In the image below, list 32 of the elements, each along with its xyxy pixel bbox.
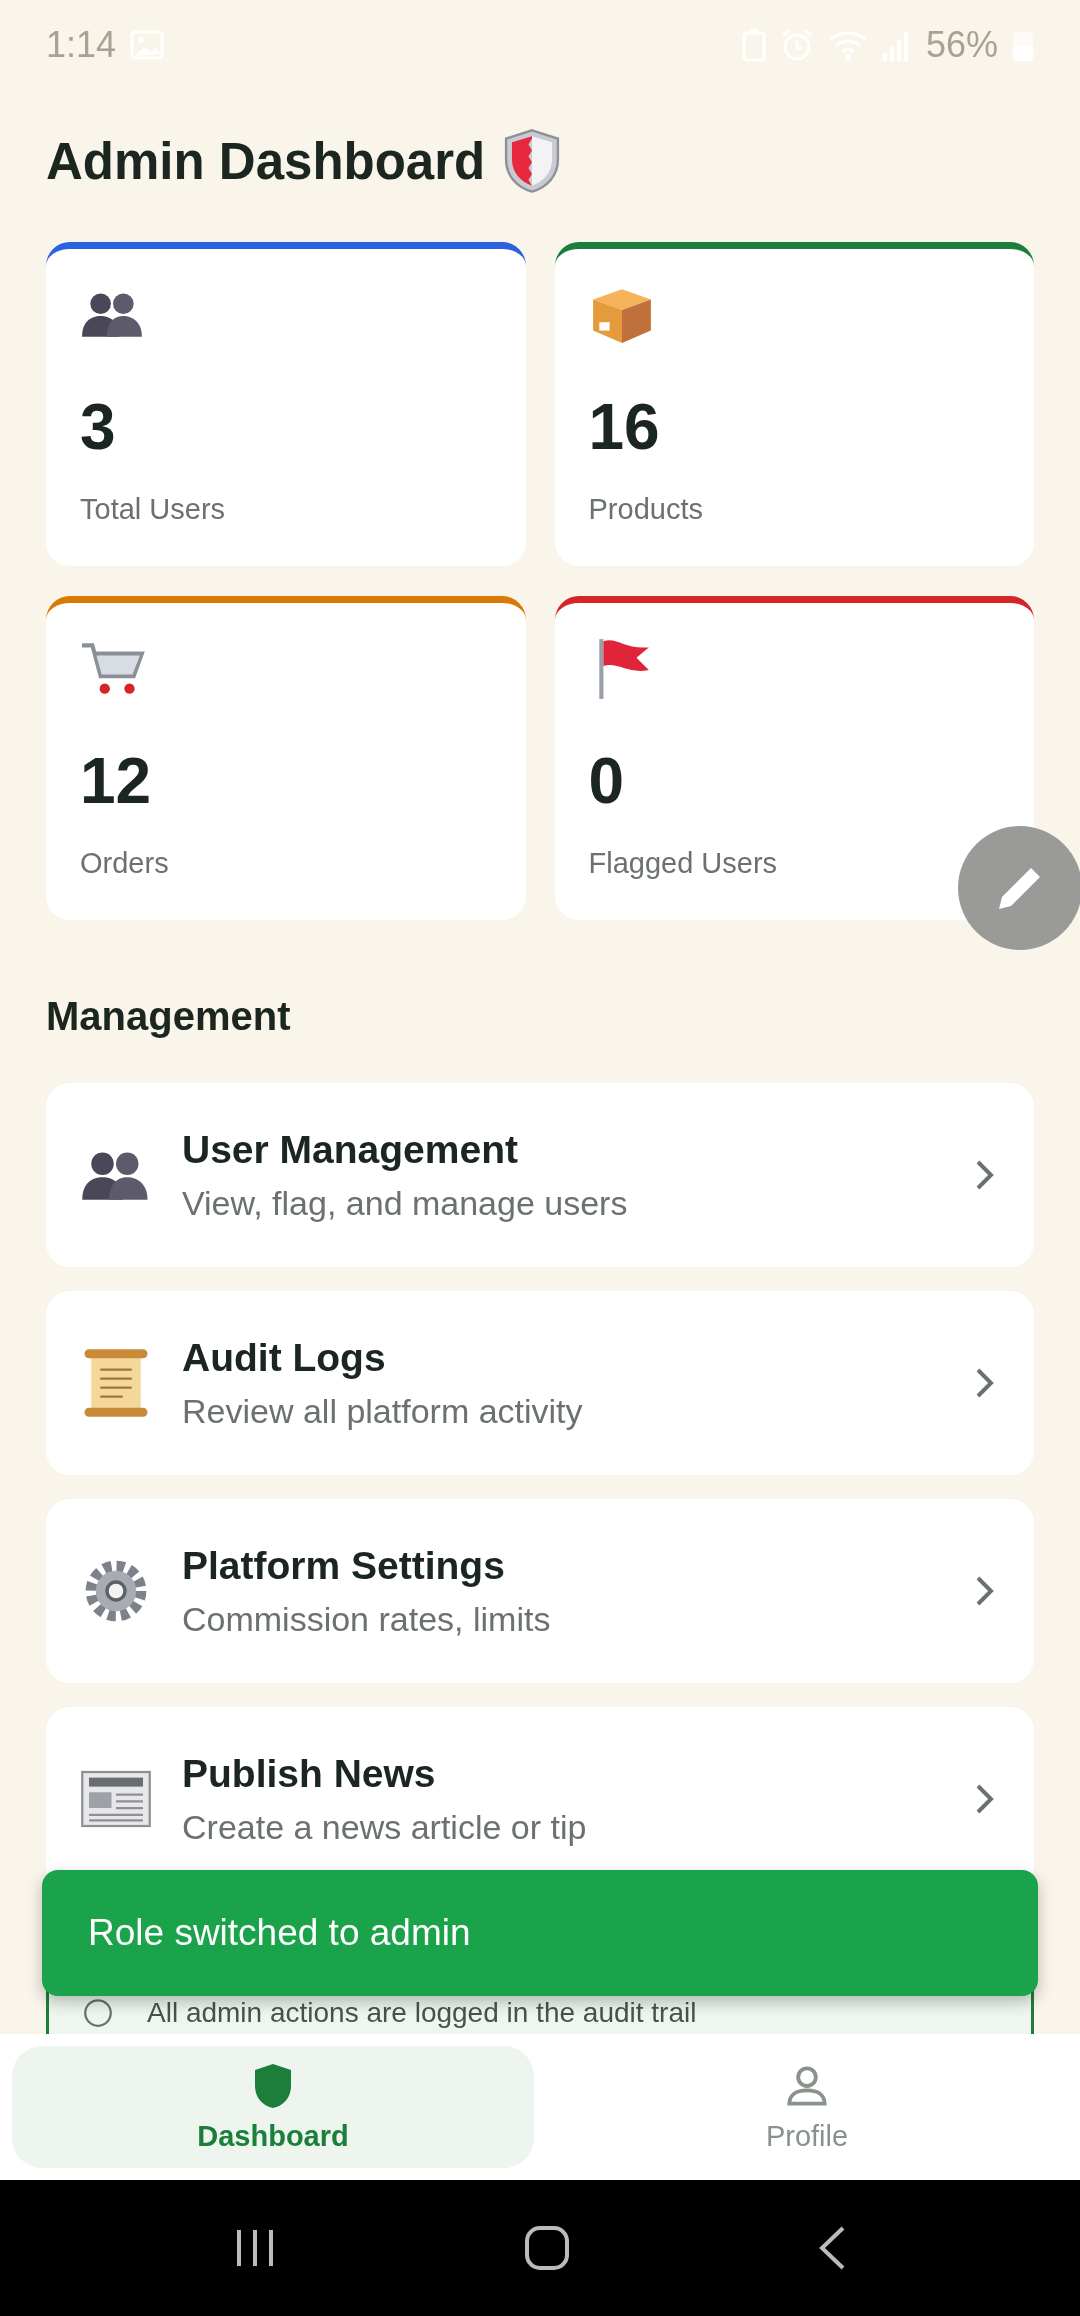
shield-icon bbox=[503, 128, 562, 194]
clock-time: 1:14 bbox=[46, 24, 117, 66]
home-icon[interactable] bbox=[524, 2225, 570, 2271]
chevron-right-icon bbox=[974, 1575, 994, 1607]
chevron-right-icon bbox=[974, 1783, 994, 1815]
menu-subtitle: Review all platform activity bbox=[182, 1391, 584, 1431]
menu-subtitle: Create a news article or tip bbox=[182, 1807, 588, 1847]
stat-label: Flagged Users bbox=[588, 847, 779, 880]
menu-title: Platform Settings bbox=[182, 1543, 506, 1588]
stat-value: 16 bbox=[588, 395, 661, 459]
menu-title: Publish News bbox=[182, 1751, 437, 1796]
page-title: Admin Dashboard bbox=[46, 131, 486, 191]
menu-card[interactable]: Audit Logs Review all platform activity bbox=[46, 1291, 1034, 1475]
menu-card[interactable]: Platform Settings Commission rates, limits bbox=[46, 1499, 1034, 1683]
battery-percent: 56% bbox=[925, 24, 998, 66]
stat-label: Total Users bbox=[80, 493, 227, 526]
stat-label: Products bbox=[588, 493, 704, 526]
stat-label: Orders bbox=[80, 847, 170, 880]
menu-title: Audit Logs bbox=[182, 1335, 387, 1380]
chevron-right-icon bbox=[974, 1159, 994, 1191]
stat-value: 3 bbox=[80, 395, 117, 459]
chevron-right-icon bbox=[974, 1367, 994, 1399]
menu-subtitle: View, flag, and manage users bbox=[182, 1183, 629, 1223]
menu-title: User Management bbox=[182, 1127, 519, 1172]
nav-tab[interactable]: Dashboard bbox=[12, 2046, 534, 2168]
notice-text: All admin actions are logged in the audit trail bbox=[147, 1998, 697, 2028]
menu-card[interactable]: User Management View, flag, and manage users bbox=[46, 1083, 1034, 1267]
menu-subtitle: Commission rates, limits bbox=[182, 1599, 552, 1639]
section-title: Management bbox=[46, 994, 292, 1039]
snackbar-message: Role switched to admin bbox=[88, 1912, 471, 1954]
stat-value: 0 bbox=[588, 749, 626, 813]
stat-value: 12 bbox=[80, 749, 153, 813]
